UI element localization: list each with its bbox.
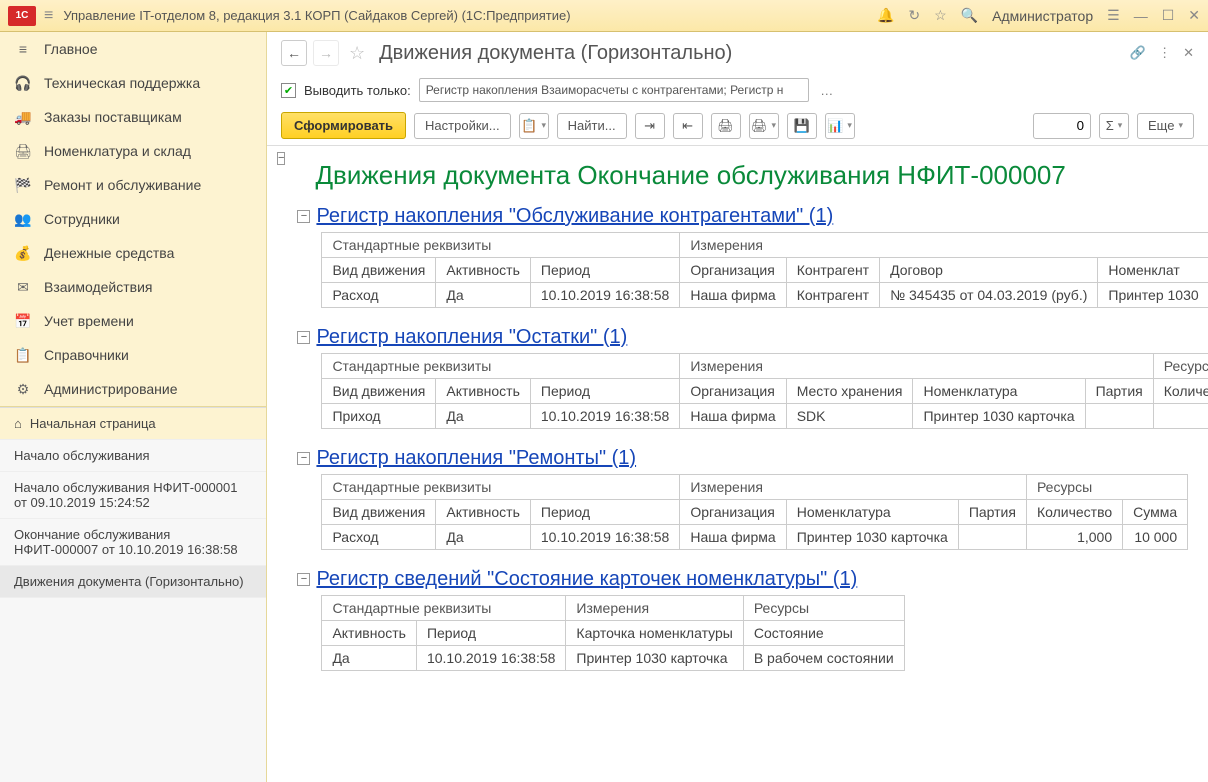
table-row[interactable]: Да 10.10.2019 16:38:58 Принтер 1030 карт… [322,646,904,671]
logo-1c: 1C [8,6,36,26]
page-title: Движения документа (Горизонтально) [379,42,1124,65]
content-area: ← → ☆ Движения документа (Горизонтально)… [267,32,1208,782]
user-label[interactable]: Администратор [992,8,1093,24]
report-title: Движения документа Окончание обслуживани… [315,160,1208,191]
people-icon: 👥 [14,210,32,228]
report-section: − Регистр накопления "Ремонты" (1) Станд… [297,447,1208,550]
collapse-icon[interactable]: − [277,152,285,165]
titlebar-actions: 🔔 ↻ ☆ 🔍 Администратор ☰ — ☐ ✕ [877,7,1200,24]
filter-row: ✔ Выводить только: … [267,74,1208,106]
link-icon[interactable]: 🔗 [1130,45,1146,61]
filter-checkbox[interactable]: ✔ [281,83,296,98]
report-area[interactable]: − Движения документа Окончание обслужива… [267,146,1208,782]
sidebar-item-admin[interactable]: ⚙Администрирование [0,372,266,406]
table-row[interactable]: Приход Да 10.10.2019 16:38:58 Наша фирма… [322,404,1208,429]
register-link[interactable]: Регистр накопления "Остатки" (1) [316,326,627,349]
sidebar-item-support[interactable]: 🎧Техническая поддержка [0,66,266,100]
collapse-icon[interactable]: − [297,331,310,344]
report-table: Стандартные реквизитыИзмеренияРесурсы Ак… [321,595,904,671]
doc-link-active[interactable]: Движения документа (Горизонтально) [0,566,266,598]
home-page-link[interactable]: ⌂Начальная страница [0,408,266,440]
sidebar-item-repair[interactable]: 🏁Ремонт и обслуживание [0,168,266,202]
filter-input[interactable] [419,78,809,102]
register-link[interactable]: Регистр накопления "Обслуживание контраг… [316,205,833,228]
sidebar-item-interactions[interactable]: ✉Взаимодействия [0,270,266,304]
report-table: Стандартные реквизитыИзмеренияРесурсы Ви… [321,353,1208,429]
doc-link[interactable]: Окончание обслуживания НФИТ-000007 от 10… [0,519,266,566]
doc-link[interactable]: Начало обслуживания [0,440,266,472]
app-title: Управление IT-отделом 8, редакция 3.1 КО… [63,8,877,23]
star-icon[interactable]: ☆ [934,7,947,24]
report-table: Стандартные реквизитыИзмеренияРесурсы Ви… [321,474,1188,550]
flag-icon: 🏁 [14,176,32,194]
truck-icon: 🚚 [14,108,32,126]
mail-icon: ✉ [14,278,32,296]
close-tab-icon[interactable]: ✕ [1183,45,1194,61]
collapse-tree-button[interactable]: ⇤ [673,113,703,139]
register-link[interactable]: Регистр накопления "Ремонты" (1) [316,447,636,470]
expand-tree-button[interactable]: ⇥ [635,113,665,139]
report-section: − Регистр накопления "Остатки" (1) Станд… [297,326,1208,429]
find-button[interactable]: Найти... [557,113,627,139]
more-vert-icon[interactable]: ⋮ [1158,45,1171,61]
titlebar: 1C ≡ Управление IT-отделом 8, редакция 3… [0,0,1208,32]
report-section: − Регистр сведений "Состояние карточек н… [297,568,1208,671]
home-icon: ⌂ [14,416,22,431]
printer-icon: 🖨 [14,142,32,160]
hamburger-toggle[interactable]: ≡Главное [0,32,266,66]
count-input[interactable] [1033,113,1091,139]
headset-icon: 🎧 [14,74,32,92]
sum-button[interactable]: Σ [1099,113,1129,139]
content-header: ← → ☆ Движения документа (Горизонтально)… [267,32,1208,74]
collapse-icon[interactable]: − [297,573,310,586]
collapse-icon[interactable]: − [297,452,310,465]
print-button[interactable]: 🖨 [711,113,741,139]
sidebar-item-orders[interactable]: 🚚Заказы поставщикам [0,100,266,134]
table-row[interactable]: Расход Да 10.10.2019 16:38:58 Наша фирма… [322,525,1188,550]
doc-link[interactable]: Начало обслуживания НФИТ-000001 от 09.10… [0,472,266,519]
filter-label: Выводить только: [304,83,411,98]
more-button[interactable]: Еще [1137,113,1194,139]
export-button[interactable]: 📊 [825,113,855,139]
list-icon: 📋 [14,346,32,364]
settings-lines-icon[interactable]: ☰ [1107,7,1120,24]
bell-icon[interactable]: 🔔 [877,7,894,24]
sidebar: ≡Главное 🎧Техническая поддержка 🚚Заказы … [0,32,267,782]
settings-button[interactable]: Настройки... [414,113,511,139]
close-icon[interactable]: ✕ [1188,7,1200,24]
copy-button[interactable]: 📋 [519,113,549,139]
filter-select-button[interactable]: … [817,83,837,98]
sidebar-item-inventory[interactable]: 🖨Номенклатура и склад [0,134,266,168]
favorite-icon[interactable]: ☆ [349,43,365,64]
sidebar-item-employees[interactable]: 👥Сотрудники [0,202,266,236]
sidebar-item-time[interactable]: 📅Учет времени [0,304,266,338]
table-row[interactable]: Расход Да 10.10.2019 16:38:58 Наша фирма… [322,283,1208,308]
sidebar-item-money[interactable]: 💰Денежные средства [0,236,266,270]
history-icon[interactable]: ↻ [908,7,920,24]
forward-button[interactable]: → [313,40,339,66]
save-button[interactable]: 💾 [787,113,817,139]
print-settings-button[interactable]: 🖨 [749,113,779,139]
search-icon[interactable]: 🔍 [961,7,978,24]
maximize-icon[interactable]: ☐ [1162,7,1175,24]
report-table: Стандартные реквизитыИзмерения Вид движе… [321,232,1208,308]
sidebar-item-catalogs[interactable]: 📋Справочники [0,338,266,372]
open-documents-list: ⌂Начальная страница Начало обслуживания … [0,407,266,782]
toolbar: Сформировать Настройки... 📋 Найти... ⇥ ⇤… [267,106,1208,146]
menu-icon[interactable]: ≡ [44,7,53,25]
calendar-icon: 📅 [14,312,32,330]
collapse-icon[interactable]: − [297,210,310,223]
menu-icon: ≡ [14,40,32,58]
money-icon: 💰 [14,244,32,262]
report-section: − Регистр накопления "Обслуживание контр… [297,205,1208,308]
gear-icon: ⚙ [14,380,32,398]
register-link[interactable]: Регистр сведений "Состояние карточек ном… [316,568,857,591]
back-button[interactable]: ← [281,40,307,66]
minimize-icon[interactable]: — [1134,8,1148,24]
generate-button[interactable]: Сформировать [281,112,406,139]
